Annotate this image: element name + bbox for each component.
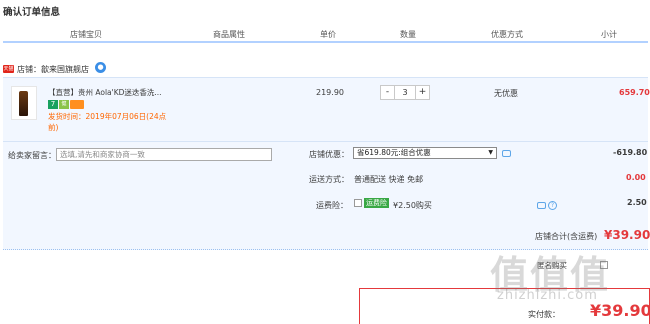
wangwang-chat-icon[interactable]: ● (95, 61, 106, 73)
insurance-label: 运费险： (316, 201, 348, 210)
shop-name[interactable]: 店铺：歙来国旗舰店 (17, 64, 89, 75)
product-title-link[interactable]: 【直营】贵州 Aola'KD迷迭香洗... (48, 87, 162, 98)
column-header: 商品属性 (213, 30, 245, 39)
actual-pay-label: 实付款： (528, 310, 560, 319)
column-header: 小计 (601, 30, 617, 39)
column-header: 单价 (320, 30, 336, 39)
delivery-method: 普通配送 快递 免邮 (354, 175, 424, 184)
column-header: 数量 (400, 30, 416, 39)
insurance-tag: 运费险 (364, 198, 389, 208)
shop-total-value: ¥39.90 (604, 228, 650, 242)
product-bottle-image (19, 91, 28, 116)
chat-bubble-icon[interactable] (502, 150, 511, 157)
shop-row: 天猫 店铺：歙来国旗舰店 ● (3, 61, 106, 76)
item-subtotal: 659.70 (619, 88, 650, 97)
column-header: 优惠方式 (491, 30, 523, 39)
quantity-stepper: - 3 + (380, 85, 430, 100)
insurance-amount: 2.50 (627, 198, 647, 207)
message-input[interactable]: 选填,请先和商家协商一致 (56, 148, 272, 161)
quantity-plus-button[interactable]: + (415, 85, 430, 100)
credit-card-icon[interactable] (70, 100, 84, 109)
ship-time: 发货时间：2019年07月06日(24点前) (48, 112, 167, 132)
shop-total-label: 店铺合计(含运费) (535, 232, 598, 241)
delivery-fee: 0.00 (626, 173, 646, 182)
watermark-url: zhizhizhi.com (497, 288, 598, 303)
quantity-input[interactable]: 3 (395, 85, 415, 100)
shop-discount-select[interactable]: 省619.80元:组合优惠 ▼ (353, 147, 497, 159)
shop-discount-selected: 省619.80元:组合优惠 (357, 148, 431, 157)
quantity-minus-button[interactable]: - (380, 85, 395, 100)
insurance-checkbox[interactable] (354, 199, 362, 207)
shop-discount-label: 店铺优惠： (309, 150, 349, 159)
message-label: 给卖家留言： (8, 151, 56, 160)
help-icon[interactable]: ? (548, 201, 557, 210)
seven-day-return-icon[interactable]: 7 (48, 100, 58, 109)
delivery-label: 运送方式： (309, 175, 349, 184)
unit-price: 219.90 (316, 88, 344, 97)
table-header: 店铺宝贝 商品属性 单价 数量 优惠方式 小计 (3, 27, 648, 43)
dropdown-arrow-icon: ▼ (488, 149, 493, 156)
insurance-price: ¥2.50购买 (393, 201, 432, 210)
shop-discount-amount: -619.80 (613, 148, 648, 157)
actual-pay-value: ¥39.90 (590, 301, 650, 320)
page-title: 确认订单信息 (3, 7, 61, 18)
chat-bubble-icon[interactable] (537, 202, 546, 209)
column-header: 店铺宝贝 (70, 30, 102, 39)
tmall-badge-icon: 天猫 (3, 65, 14, 73)
service-badges: 7 健 (48, 100, 84, 109)
item-promotion: 无优惠 (494, 89, 518, 98)
health-icon[interactable]: 健 (59, 100, 69, 109)
